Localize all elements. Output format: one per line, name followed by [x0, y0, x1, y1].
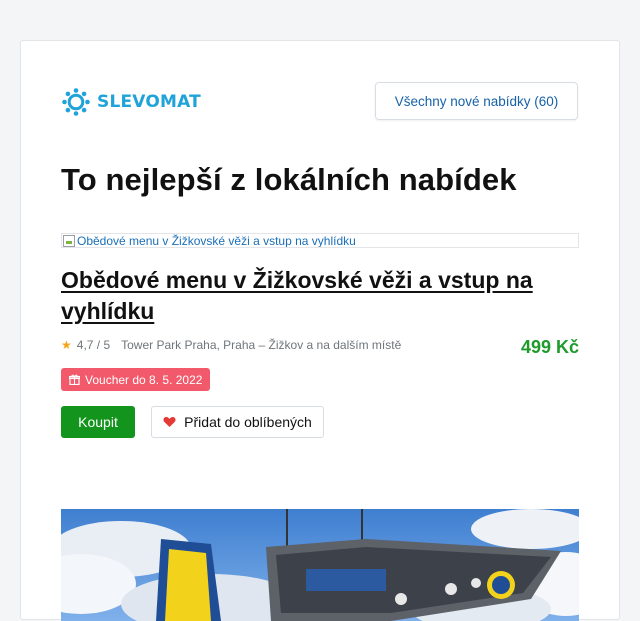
offer-photo[interactable]	[61, 509, 579, 621]
offer-price: 499 Kč	[520, 337, 579, 357]
voucher-text: Voucher do 8. 5. 2022	[85, 372, 203, 387]
broken-image-icon	[63, 234, 75, 247]
gift-icon	[69, 374, 80, 385]
voucher-badge: Voucher do 8. 5. 2022	[61, 368, 211, 391]
logo-text: SLEVOMAT	[97, 92, 201, 112]
email-card: SLEVOMAT Všechny nové nabídky (60) To ne…	[20, 40, 620, 621]
offer-image-alt: Obědové menu v Žižkovské věži a vstup na…	[77, 233, 356, 248]
offer-title-link[interactable]: Obědové menu v Žižkovské věži a vstup na…	[61, 265, 541, 327]
heart-icon	[163, 417, 176, 427]
tower-photo	[61, 509, 579, 621]
buy-button[interactable]: Koupit	[61, 406, 135, 438]
add-to-favorites-button[interactable]: Přidat do oblíbených	[151, 406, 324, 438]
add-to-favorites-label: Přidat do oblíbených	[184, 414, 312, 430]
page-headline: To nejlepší z lokálních nabídek	[61, 162, 517, 197]
offer-location: Tower Park Praha, Praha – Žižkov a na da…	[121, 338, 402, 352]
slevomat-logo[interactable]: SLEVOMAT	[61, 87, 201, 117]
all-offers-button[interactable]: Všechny nové nabídky (60)	[375, 82, 578, 120]
star-icon: ★	[61, 338, 72, 352]
offer-rating: 4,7 / 5	[76, 338, 111, 352]
offer-meta: ★ 4,7 / 5 Tower Park Praha, Praha – Žižk…	[61, 338, 401, 352]
offer-image-placeholder[interactable]: Obědové menu v Žižkovské věži a vstup na…	[61, 233, 579, 248]
gear-icon	[62, 88, 90, 116]
